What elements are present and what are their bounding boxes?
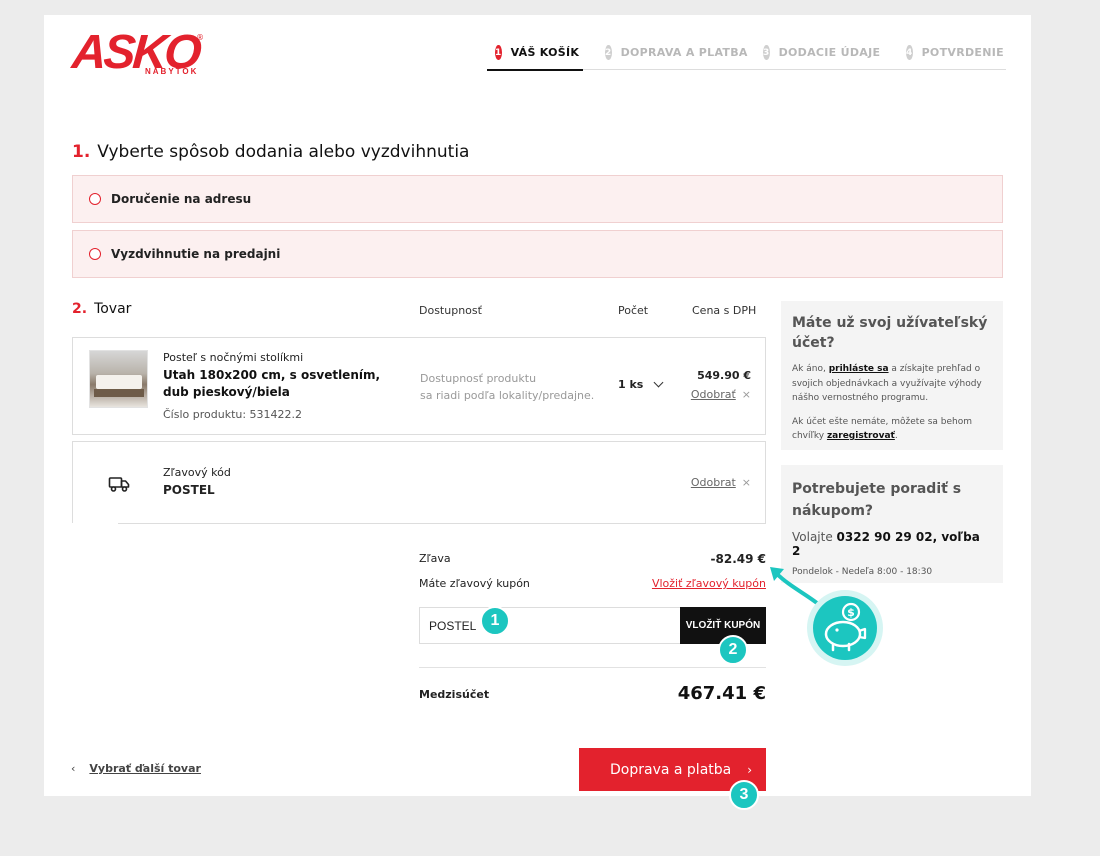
help-phone: Volajte 0322 90 29 02, voľba 2 xyxy=(792,530,992,558)
coupon-row: Máte zľavový kupón Vložiť zľavový kupón xyxy=(419,577,766,590)
cart-section-title: 2. Tovar xyxy=(72,301,131,317)
registered-mark: ® xyxy=(196,33,204,42)
chevron-down-icon xyxy=(653,377,664,388)
step-number: 1 xyxy=(495,45,502,60)
step-label: POTVRDENIE xyxy=(921,46,1004,59)
continue-shopping-label: Vybrať ďalší tovar xyxy=(89,762,201,775)
availability-line: Dostupnosť produktu xyxy=(420,372,537,385)
delivery-option-store-pickup[interactable]: Vyzdvihnutie na predajni xyxy=(72,230,1003,278)
product-thumbnail[interactable] xyxy=(89,350,148,408)
section-title-text: Tovar xyxy=(94,301,132,317)
close-icon: × xyxy=(741,476,751,489)
annotation-marker-2: 2 xyxy=(718,635,748,665)
truck-icon xyxy=(108,477,130,492)
radio-button[interactable] xyxy=(89,248,101,260)
cart-item: Posteľ s nočnými stolíkmi Utah 180x200 c… xyxy=(72,337,766,435)
checkout-steps: 1 VÁŠ KOŠÍK 2 DOPRAVA A PLATBA 3 DODACIE… xyxy=(487,35,1006,71)
section-number: 2. xyxy=(72,301,88,317)
cart-page: ASKO ® NÁBYTOK 1 VÁŠ KOŠÍK 2 DOPRAVA A P… xyxy=(44,15,1031,796)
product-availability: Dostupnosť produktu sa riadi podľa lokal… xyxy=(420,370,600,404)
account-panel-text: Ak áno, prihláste sa a získajte prehľad … xyxy=(792,362,992,406)
step-cart[interactable]: 1 VÁŠ KOŠÍK xyxy=(487,35,583,71)
logo-subtitle: NÁBYTOK xyxy=(145,67,199,76)
step-number: 4 xyxy=(906,45,913,60)
help-panel-title: Potrebujete poradiť s nákupom? xyxy=(792,481,962,519)
step-shipping-payment[interactable]: 2 DOPRAVA A PLATBA xyxy=(583,35,747,70)
annotation-marker-1: 1 xyxy=(480,606,510,636)
quantity-select[interactable]: 1 ks xyxy=(618,377,664,391)
continue-shopping-link[interactable]: ‹ Vybrať ďalší tovar xyxy=(71,762,201,775)
discount-row: Zľava -82.49 € xyxy=(419,552,766,566)
login-link[interactable]: prihláste sa xyxy=(829,364,889,374)
subtotal-label: Medzisúčet xyxy=(419,688,490,701)
discount-code-item: Zľavový kód POSTEL Odobrat × xyxy=(72,441,766,523)
delivery-option-address[interactable]: Doručenie na adresu xyxy=(72,175,1003,223)
remove-discount-link[interactable]: Odobrat × xyxy=(691,476,751,489)
option-label: Doručenie na adresu xyxy=(111,192,252,206)
step-number: 3 xyxy=(763,45,770,60)
discount-code-value: POSTEL xyxy=(163,483,215,497)
divider xyxy=(118,523,766,524)
product-name[interactable]: Utah 180x200 cm, s osvetlením, dub piesk… xyxy=(163,367,393,401)
discount-code-label: Zľavový kód xyxy=(163,466,231,479)
step-label: DOPRAVA A PLATBA xyxy=(620,46,748,59)
option-label: Vyzdvihnutie na predajni xyxy=(111,247,281,261)
availability-line: sa riadi podľa lokality/predajne. xyxy=(420,389,595,402)
register-link[interactable]: zaregistrovať xyxy=(827,431,895,441)
step-delivery-details[interactable]: 3 DODACIE ÚDAJE xyxy=(741,35,884,70)
column-header-availability: Dostupnosť xyxy=(419,304,482,317)
account-info-panel: Máte už svoj užívateľský účet? Ak áno, p… xyxy=(781,301,1003,450)
coupon-input[interactable]: POSTEL xyxy=(419,607,681,644)
piggy-bank-icon: $ xyxy=(807,590,883,666)
svg-text:$: $ xyxy=(847,606,855,619)
step-label: VÁŠ KOŠÍK xyxy=(510,46,580,59)
text-fragment: Ak áno, xyxy=(792,364,829,374)
item-price: 549.90 € xyxy=(697,369,751,382)
subtotal-value: 467.41 € xyxy=(677,683,766,704)
step-confirmation[interactable]: 4 POTVRDENIE xyxy=(884,35,1006,70)
radio-button[interactable] xyxy=(89,193,101,205)
text-fragment: Volajte xyxy=(792,530,837,544)
section-number: 1. xyxy=(72,142,91,162)
chevron-right-icon: › xyxy=(747,762,752,777)
account-panel-title: Máte už svoj užívateľský účet? xyxy=(792,315,988,351)
column-header-price: Cena s DPH xyxy=(692,304,757,317)
remove-label: Odobrat xyxy=(690,476,736,489)
register-panel-text: Ak účet ešte nemáte, môžete sa behom chv… xyxy=(792,415,992,444)
column-header-count: Počet xyxy=(618,304,649,317)
divider xyxy=(419,667,766,668)
remove-item-link[interactable]: Odobrať × xyxy=(691,388,751,401)
discount-value: -82.49 € xyxy=(710,552,766,566)
delivery-section-title: 1. Vyberte spôsob dodania alebo vyzdvihn… xyxy=(72,142,469,162)
discount-label: Zľava xyxy=(419,552,451,565)
annotation-marker-3: 3 xyxy=(729,780,759,810)
section-title-text: Vyberte spôsob dodania alebo vyzdvihnuti… xyxy=(97,142,470,162)
quantity-value: 1 ks xyxy=(618,378,644,391)
insert-coupon-link[interactable]: Vložiť zľavový kupón xyxy=(652,577,766,590)
remove-label: Odobrať xyxy=(690,388,736,401)
coupon-question: Máte zľavový kupón xyxy=(419,577,530,590)
product-code: Číslo produktu: 531422.2 xyxy=(163,408,303,421)
step-number: 2 xyxy=(605,45,612,60)
asko-logo[interactable]: ASKO ® NÁBYTOK xyxy=(70,26,204,79)
close-icon: × xyxy=(741,388,751,401)
step-label: DODACIE ÚDAJE xyxy=(778,46,881,59)
text-fragment: . xyxy=(894,431,898,441)
next-button-label: Doprava a platba xyxy=(610,761,732,778)
chevron-left-icon: ‹ xyxy=(71,762,76,775)
product-category: Posteľ s nočnými stolíkmi xyxy=(163,351,304,364)
